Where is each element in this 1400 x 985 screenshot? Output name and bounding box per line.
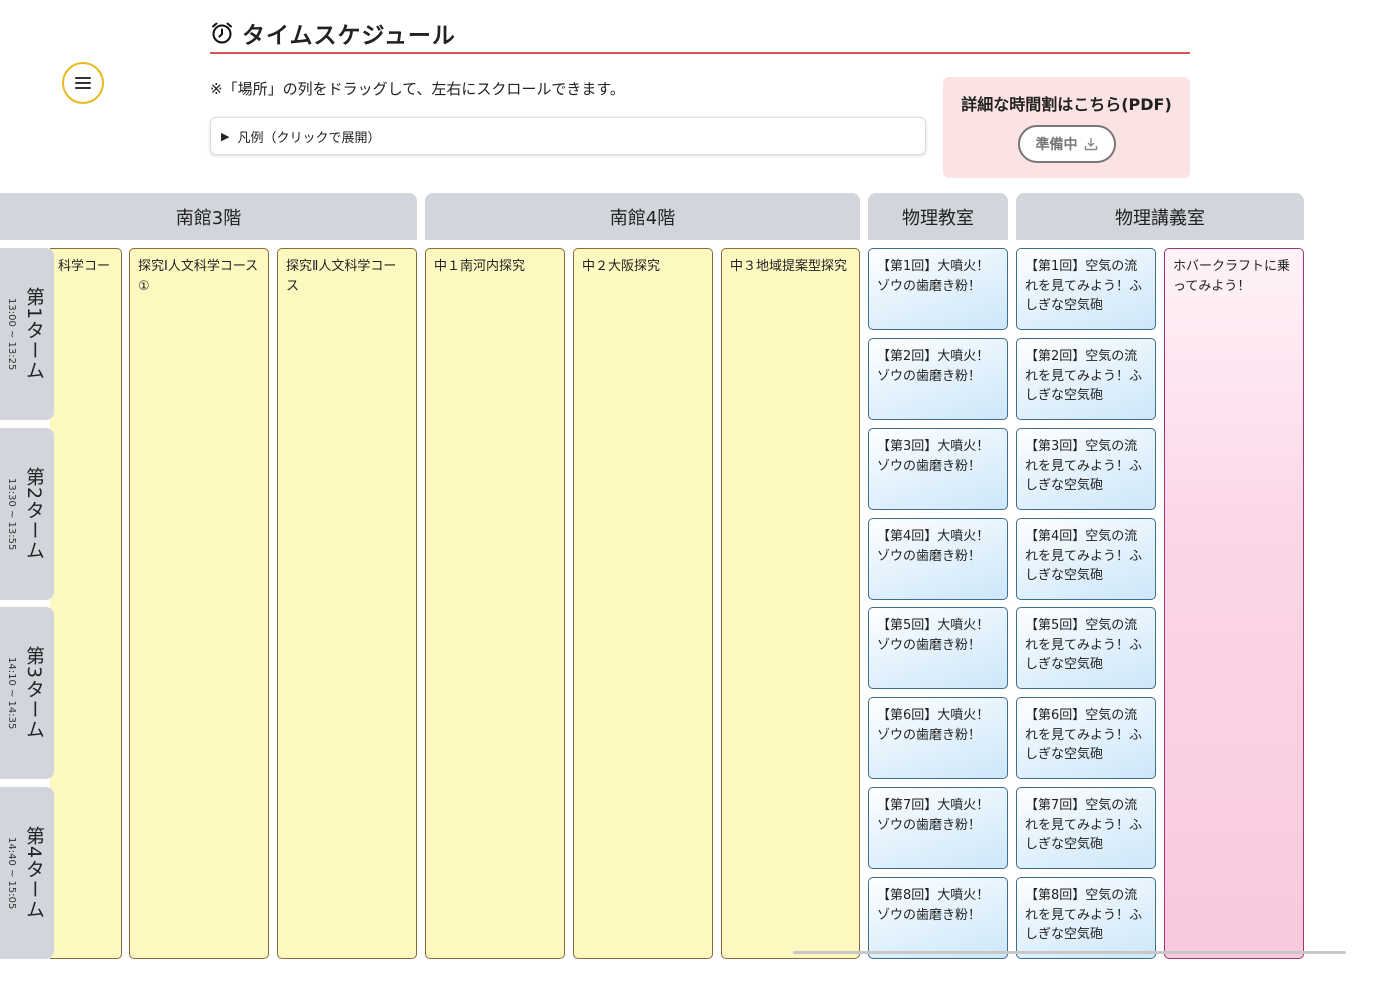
event-j1-minamikawachi[interactable]: 中１南河内探究 xyxy=(425,248,565,959)
location-header-south3[interactable]: 南館3階 xyxy=(0,193,417,240)
page-title: タイムスケジュール xyxy=(242,23,456,49)
term-time: 13:30 ~ 13:55 xyxy=(6,477,17,551)
legend-toggle[interactable]: ▶ 凡例（クリックで展開） xyxy=(210,117,926,155)
event-inquiry2-humanities[interactable]: 探究Ⅱ人文科学コース xyxy=(277,248,417,959)
location-header-physics-lecture[interactable]: 物理講義室 xyxy=(1016,193,1304,240)
pdf-button-label: 準備中 xyxy=(1035,137,1078,153)
event-elephant-toothpaste[interactable]: 【第2回】大噴火！ゾウの歯磨き粉！ xyxy=(868,338,1008,420)
event-elephant-toothpaste[interactable]: 【第5回】大噴火！ゾウの歯磨き粉！ xyxy=(868,607,1008,689)
event-j3-regional[interactable]: 中３地域提案型探究 xyxy=(721,248,860,959)
hamburger-icon xyxy=(75,77,91,89)
location-header-south4[interactable]: 南館4階 xyxy=(425,193,860,240)
event-inquiry1-humanities[interactable]: 探究Ⅰ人文科学コース① xyxy=(129,248,269,959)
event-hovercraft[interactable]: ホバークラフトに乗ってみよう！ xyxy=(1164,248,1304,959)
event-air-cannon[interactable]: 【第4回】空気の流れを見てみよう！ふしぎな空気砲 xyxy=(1016,518,1156,600)
event-elephant-toothpaste[interactable]: 【第7回】大噴火！ゾウの歯磨き粉！ xyxy=(868,787,1008,869)
event-air-cannon[interactable]: 【第6回】空気の流れを見てみよう！ふしぎな空気砲 xyxy=(1016,697,1156,779)
scroll-note: ※「場所」の列をドラッグして、左右にスクロールできます。 xyxy=(210,80,625,98)
term-name: 第1ターム xyxy=(23,287,45,381)
term-time: 14:10 ~ 14:35 xyxy=(6,656,17,730)
event-air-cannon[interactable]: 【第8回】空気の流れを見てみよう！ふしぎな空気砲 xyxy=(1016,877,1156,959)
event-elephant-toothpaste[interactable]: 【第6回】大噴火！ゾウの歯磨き粉！ xyxy=(868,697,1008,779)
term-label-4: 14:40 ~ 15:05 第4ターム xyxy=(0,787,54,959)
term-time: 14:40 ~ 15:05 xyxy=(6,836,17,910)
download-icon xyxy=(1084,138,1097,151)
term-label-2: 13:30 ~ 13:55 第2ターム xyxy=(0,428,54,600)
event-elephant-toothpaste[interactable]: 【第4回】大噴火！ゾウの歯磨き粉！ xyxy=(868,518,1008,600)
location-header-physics-room[interactable]: 物理教室 xyxy=(868,193,1008,240)
pdf-panel: 詳細な時間割はこちら(PDF) 準備中 xyxy=(943,77,1190,178)
event-elephant-toothpaste[interactable]: 【第8回】大噴火！ゾウの歯磨き粉！ xyxy=(868,877,1008,959)
page-title-bar: タイムスケジュール xyxy=(210,14,1190,54)
term-name: 第3ターム xyxy=(23,646,45,740)
pdf-title: 詳細な時間割はこちら(PDF) xyxy=(961,95,1172,114)
event-air-cannon[interactable]: 【第1回】空気の流れを見てみよう！ふしぎな空気砲 xyxy=(1016,248,1156,330)
event-air-cannon[interactable]: 【第7回】空気の流れを見てみよう！ふしぎな空気砲 xyxy=(1016,787,1156,869)
term-name: 第2ターム xyxy=(23,467,45,561)
event-elephant-toothpaste[interactable]: 【第1回】大噴火！ゾウの歯磨き粉！ xyxy=(868,248,1008,330)
disclosure-triangle-icon: ▶ xyxy=(221,129,230,143)
legend-label: 凡例（クリックで展開） xyxy=(237,130,381,146)
event-air-cannon[interactable]: 【第2回】空気の流れを見てみよう！ふしぎな空気砲 xyxy=(1016,338,1156,420)
term-name: 第4ターム xyxy=(23,826,45,920)
event-science-course[interactable]: 科学コー xyxy=(50,248,122,959)
term-time: 13:00 ~ 13:25 xyxy=(6,297,17,371)
event-elephant-toothpaste[interactable]: 【第3回】大噴火！ゾウの歯磨き粉！ xyxy=(868,428,1008,510)
event-air-cannon[interactable]: 【第3回】空気の流れを見てみよう！ふしぎな空気砲 xyxy=(1016,428,1156,510)
alarm-clock-icon xyxy=(212,22,232,44)
term-label-1: 13:00 ~ 13:25 第1ターム xyxy=(0,248,54,420)
event-j2-osaka[interactable]: 中２大阪探究 xyxy=(573,248,713,959)
menu-button[interactable] xyxy=(62,62,104,104)
event-air-cannon[interactable]: 【第5回】空気の流れを見てみよう！ふしぎな空気砲 xyxy=(1016,607,1156,689)
pdf-download-button[interactable]: 準備中 xyxy=(1017,125,1116,163)
term-label-3: 14:10 ~ 14:35 第3ターム xyxy=(0,607,54,779)
horizontal-scrollbar[interactable] xyxy=(793,951,1346,954)
